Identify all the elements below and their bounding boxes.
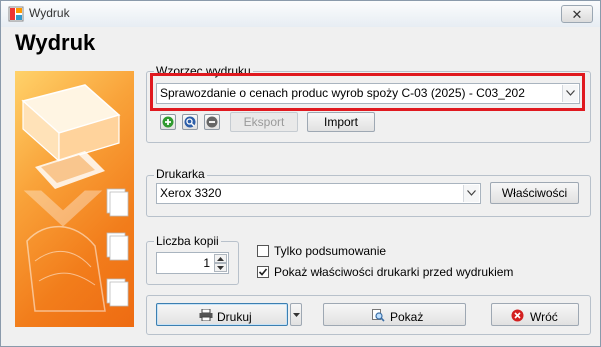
add-icon <box>162 116 174 128</box>
printer-select[interactable]: Xerox 3320 <box>156 183 481 204</box>
print-dialog: Wydruk ✕ Wydruk Wzorzec wydruku Sprawozd… <box>0 0 601 347</box>
summary-only-checkbox[interactable] <box>257 245 269 257</box>
edit-template-button[interactable] <box>182 114 198 130</box>
title-bar: Wydruk ✕ <box>1 1 600 27</box>
printer-group-label: Drukarka <box>154 167 207 181</box>
close-button[interactable]: ✕ <box>561 5 593 23</box>
checkmark-icon <box>258 268 268 276</box>
show-printer-props-checkbox[interactable] <box>257 266 269 278</box>
preview-button-label: Pokaż <box>390 310 424 324</box>
remove-icon <box>206 116 218 128</box>
close-icon: ✕ <box>571 7 583 22</box>
add-template-button[interactable] <box>160 114 176 130</box>
copies-group-label: Liczba kopii <box>154 234 221 248</box>
back-button-label: Wróć <box>530 310 558 324</box>
printer-illustration <box>15 71 134 327</box>
remove-template-button[interactable] <box>204 114 220 130</box>
show-printer-props-label: Pokaż właściwości drukarki przed wydruki… <box>274 265 514 279</box>
preview-button[interactable]: Pokaż <box>323 303 466 326</box>
edit-icon <box>184 116 196 128</box>
arrow-up-icon <box>217 257 224 261</box>
printer-icon <box>199 309 213 321</box>
summary-only-label: Tylko podsumowanie <box>274 244 387 258</box>
print-button-label: Drukuj <box>217 310 252 324</box>
template-highlight-box <box>150 73 585 111</box>
arrow-down-icon <box>217 266 224 270</box>
import-button[interactable]: Import <box>307 112 375 132</box>
spin-down-button[interactable] <box>214 263 227 272</box>
cancel-icon <box>511 309 524 322</box>
app-icon <box>8 6 24 22</box>
chevron-down-icon[interactable] <box>463 185 479 202</box>
copies-stepper[interactable]: 1 <box>156 252 229 274</box>
print-button[interactable]: Drukuj <box>156 303 288 326</box>
printer-properties-button[interactable]: Właściwości <box>490 182 579 204</box>
print-dropdown-button[interactable] <box>290 303 302 326</box>
printer-select-value: Xerox 3320 <box>160 186 222 200</box>
back-button[interactable]: Wróć <box>491 303 579 326</box>
page-title: Wydruk <box>15 30 96 55</box>
spin-up-button[interactable] <box>214 254 227 263</box>
magnifier-icon <box>372 309 385 322</box>
copies-value: 1 <box>203 256 210 270</box>
chevron-down-icon <box>293 313 300 317</box>
window-title: Wydruk <box>29 6 70 20</box>
export-button[interactable]: Eksport <box>230 112 298 132</box>
